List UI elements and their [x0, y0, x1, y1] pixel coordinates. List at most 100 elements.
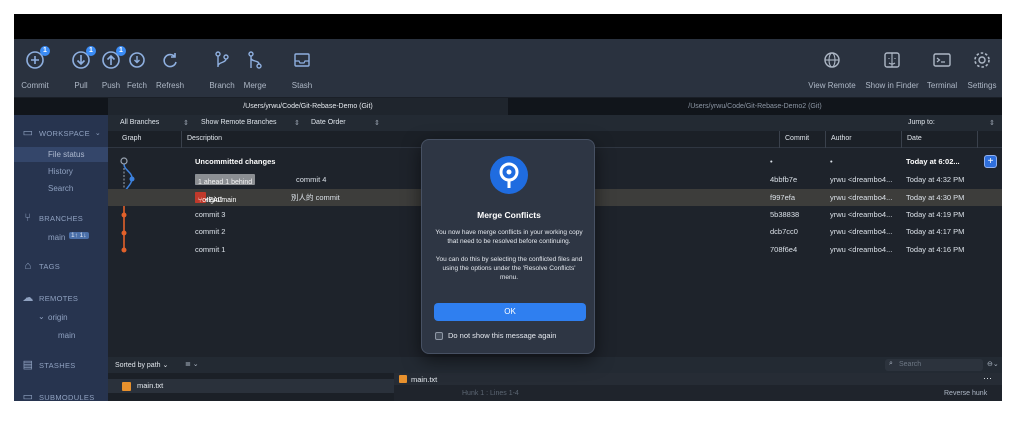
col-graph[interactable]: Graph [122, 135, 141, 142]
branch-button[interactable]: Branch [209, 39, 235, 98]
dont-show-label: Do not show this message again [448, 331, 557, 340]
tab-git-rebase-demo2[interactable]: /Users/yrwu/Code/Git-Rebase-Demo2 (Git) [508, 98, 1002, 115]
remote-branches-select[interactable]: Show Remote Branches [201, 119, 276, 126]
terminal-button[interactable]: Terminal [927, 39, 957, 98]
monitor-icon: ▭ [22, 127, 34, 139]
chevron-down-icon: ⌄ [94, 130, 102, 137]
stash-button[interactable]: Stash [289, 39, 315, 98]
branch-icon: ⑂ [24, 212, 32, 224]
tags-label: TAGS [39, 261, 61, 271]
dialog-title: Merge Conflicts [477, 210, 541, 220]
row-description: Uncommitted changes [195, 157, 276, 166]
options-icon[interactable]: ⊖⌄ [987, 360, 999, 368]
view-remote-button[interactable]: View Remote [808, 39, 856, 98]
sidebar-item-history[interactable]: History [48, 167, 73, 176]
row-author: yrwu <dreambo4... [830, 175, 893, 184]
terminal-label: Terminal [926, 81, 958, 90]
push-label: Push [101, 81, 121, 90]
add-icon[interactable]: + [984, 155, 997, 168]
branch-filter-select[interactable]: All Branches [120, 119, 159, 126]
refresh-label: Refresh [156, 81, 185, 90]
stash-icon [291, 49, 313, 71]
order-select[interactable]: Date Order [311, 119, 346, 126]
ok-button[interactable]: OK [434, 303, 586, 321]
diff-panel: main.txt ⋯ Hunk 1 : Lines 1-4 Reverse hu… [394, 373, 1002, 401]
col-description[interactable]: Description [187, 135, 222, 142]
fetch-button[interactable]: Fetch [125, 39, 149, 98]
file-status-bar: Sorted by path ⌄ ≣ ⌄ ⌕ Search ⊖⌄ [108, 357, 1002, 373]
row-author: yrwu <dreambo4... [830, 210, 893, 219]
sidebar-item-main[interactable]: main [48, 233, 65, 242]
sidebar: ▭ WORKSPACE ⌄ File status History Search… [14, 115, 108, 401]
pull-button[interactable]: 1 Pull [70, 39, 96, 98]
pull-icon: 1 [70, 46, 96, 71]
col-date[interactable]: Date [907, 135, 922, 142]
sidebar-stashes-header[interactable]: ▤ STASHES [22, 359, 76, 371]
sidebar-workspace-header[interactable]: ▭ WORKSPACE ⌄ [22, 127, 101, 139]
sidebar-tags-header[interactable]: ⌂ TAGS [22, 260, 60, 272]
chevron-down-icon[interactable]: ⌄ [38, 312, 45, 321]
updown-icon: ⇕ [183, 120, 189, 127]
file-status-label: File status [48, 150, 85, 159]
stashes-label: STASHES [39, 360, 76, 370]
branch-icon [211, 49, 233, 71]
sidebar-item-origin[interactable]: origin [48, 313, 68, 322]
pull-badge: 1 [86, 46, 96, 56]
tab-git-rebase-demo[interactable]: /Users/yrwu/Code/Git-Rebase-Demo (Git) [108, 98, 508, 115]
tag-icon: ⌂ [24, 260, 32, 272]
submodules-label: SUBMODULES [39, 392, 95, 402]
row-description: commit 3 [195, 210, 226, 219]
row-description: commit 2 [195, 227, 226, 236]
row-author: yrwu <dreambo4... [830, 245, 893, 254]
jump-to-select[interactable]: Jump to: [908, 119, 935, 126]
toolbar: 1 Commit 1 Pull 1 Push Fetch Refresh Bra… [14, 39, 1002, 98]
commit-button[interactable]: 1 Commit [18, 39, 52, 98]
sidebar-item-file-status[interactable]: File status [14, 147, 108, 162]
sidebar-branches-header[interactable]: ⑂ BRANCHES [22, 212, 83, 224]
reverse-hunk-button[interactable]: Reverse hunk [944, 390, 987, 397]
sort-select[interactable]: Sorted by path ⌄ [115, 361, 168, 369]
sourcetree-app-icon [490, 156, 528, 194]
hunk-header: Hunk 1 : Lines 1-4 [462, 390, 519, 397]
updown-icon: ⇕ [374, 120, 380, 127]
dont-show-checkbox[interactable] [435, 332, 443, 340]
file-name: main.txt [137, 381, 164, 390]
workspace-label: WORKSPACE [39, 128, 90, 138]
sidebar-submodules-header[interactable]: ▭ SUBMODULES [22, 391, 95, 401]
modified-file-icon [122, 382, 131, 391]
push-button[interactable]: 1 Push [100, 39, 126, 98]
col-commit[interactable]: Commit [785, 135, 809, 142]
terminal-icon [931, 49, 953, 71]
list-view-icon[interactable]: ≣ ⌄ [185, 360, 199, 368]
sort-label: Sorted by path [115, 362, 161, 369]
finder-icon [881, 49, 903, 71]
sidebar-item-search[interactable]: Search [48, 184, 73, 193]
show-in-finder-button[interactable]: Show in Finder [864, 39, 920, 98]
ahead-behind-tag: 1 ahead 1 behind [195, 174, 256, 186]
row-commit: 5b38838 [770, 210, 800, 219]
search-icon: ⌕ [889, 360, 893, 367]
refresh-button[interactable]: Refresh [156, 39, 184, 98]
search-field[interactable]: ⌕ Search [885, 359, 983, 371]
sidebar-item-origin-main[interactable]: main [58, 331, 75, 340]
search-placeholder: Search [899, 361, 922, 368]
ahead-behind-badge: 1↑ 1↓ [69, 232, 89, 239]
show-in-finder-label: Show in Finder [865, 81, 919, 90]
diff-file-name: main.txt [411, 375, 438, 384]
remote-tag-origin-main: ⑂ origin/main [195, 192, 236, 204]
row-commit: 4bbfb7e [770, 175, 798, 184]
col-author[interactable]: Author [831, 135, 852, 142]
merge-icon [244, 49, 266, 71]
row-author: yrwu <dreambo4... [830, 193, 893, 202]
merge-button[interactable]: Merge [242, 39, 268, 98]
file-row-main-txt[interactable]: main.txt [108, 379, 394, 393]
dialog-message-1: You now have merge conflicts in your wor… [435, 229, 583, 245]
more-icon[interactable]: ⋯ [983, 373, 992, 384]
file-list: main.txt [108, 373, 394, 401]
settings-button[interactable]: Settings [967, 39, 997, 98]
merge-label: Merge [243, 81, 267, 90]
folder-icon: ▭ [22, 391, 34, 401]
sidebar-remotes-header[interactable]: ☁ REMOTES [22, 292, 78, 304]
dialog-message-2: You can do this by selecting the conflic… [435, 256, 583, 281]
row-author: yrwu <dreambo4... [830, 227, 893, 236]
